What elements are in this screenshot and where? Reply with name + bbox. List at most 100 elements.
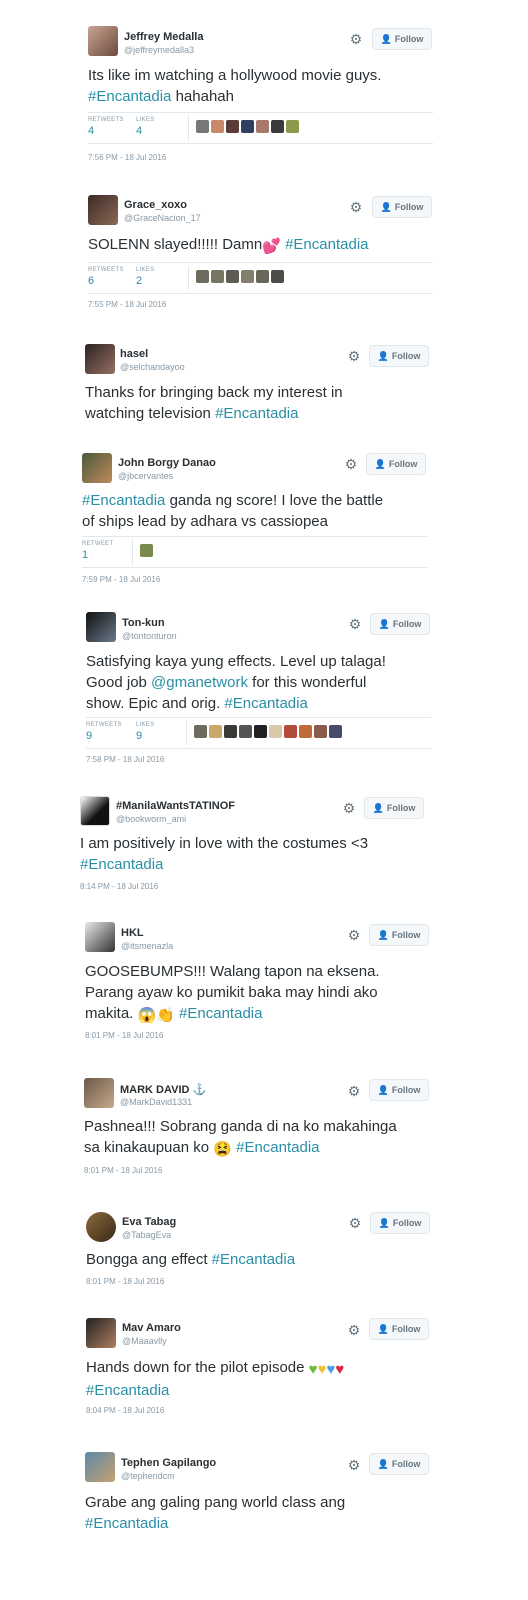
- gear-icon[interactable]: ⚙: [347, 1458, 361, 1472]
- follow-button[interactable]: 👤 Follow: [369, 924, 429, 946]
- follow-button[interactable]: 👤 Follow: [369, 1079, 429, 1101]
- gear-icon[interactable]: ⚙: [342, 801, 356, 815]
- liker-avatar[interactable]: [196, 120, 209, 133]
- gear-icon[interactable]: ⚙: [347, 928, 361, 942]
- retweets-stat[interactable]: RETWEETS 6: [88, 267, 124, 287]
- hashtag-link[interactable]: #Encantadia: [224, 695, 307, 712]
- avatar[interactable]: [86, 612, 116, 642]
- avatar[interactable]: [85, 344, 115, 374]
- hashtag-link[interactable]: #Encantadia: [175, 1005, 262, 1022]
- user-name[interactable]: John Borgy Danao: [118, 457, 216, 469]
- liker-avatar[interactable]: [241, 120, 254, 133]
- user-name[interactable]: HKL: [121, 927, 144, 939]
- timestamp[interactable]: 7:55 PM - 18 Jul 2016: [88, 300, 166, 309]
- timestamp[interactable]: 7:58 PM - 18 Jul 2016: [86, 755, 164, 764]
- liker-avatar[interactable]: [239, 725, 252, 738]
- avatar[interactable]: [80, 796, 110, 826]
- user-handle[interactable]: @selchandayoo: [120, 362, 185, 372]
- liker-avatar[interactable]: [194, 725, 207, 738]
- retweets-stat[interactable]: RETWEET 1: [82, 541, 113, 561]
- gear-icon[interactable]: ⚙: [349, 200, 363, 214]
- liker-avatar[interactable]: [271, 270, 284, 283]
- user-name[interactable]: Grace_xoxo: [124, 199, 187, 211]
- user-handle[interactable]: @itsmenazla: [121, 941, 173, 951]
- hashtag-link[interactable]: #Encantadia: [88, 88, 171, 105]
- liker-avatar[interactable]: [256, 270, 269, 283]
- user-name[interactable]: hasel: [120, 348, 148, 360]
- retweets-stat[interactable]: RETWEETS 9: [86, 722, 122, 742]
- liker-avatar[interactable]: [196, 270, 209, 283]
- liker-avatar[interactable]: [226, 270, 239, 283]
- hashtag-link[interactable]: #Encantadia: [80, 856, 163, 873]
- user-handle[interactable]: @TabagEva: [122, 1230, 171, 1240]
- liker-avatar[interactable]: [269, 725, 282, 738]
- follow-button[interactable]: 👤 Follow: [364, 797, 424, 819]
- user-handle[interactable]: @GraceNacion_17: [124, 213, 201, 223]
- liker-avatar[interactable]: [211, 270, 224, 283]
- hashtag-link[interactable]: #Encantadia: [215, 405, 298, 422]
- avatar[interactable]: [86, 1318, 116, 1348]
- hashtag-link[interactable]: #Encantadia: [82, 492, 165, 509]
- gear-icon[interactable]: ⚙: [349, 32, 363, 46]
- timestamp[interactable]: 8:01 PM - 18 Jul 2016: [86, 1277, 164, 1286]
- timestamp[interactable]: 7:59 PM - 18 Jul 2016: [82, 575, 160, 584]
- timestamp[interactable]: 8:04 PM - 18 Jul 2016: [86, 1406, 164, 1415]
- liker-avatar[interactable]: [209, 725, 222, 738]
- user-name[interactable]: MARK DAVID ⚓: [120, 1083, 206, 1096]
- avatar[interactable]: [88, 195, 118, 225]
- user-handle[interactable]: @tontonturon: [122, 631, 177, 641]
- liker-avatar[interactable]: [140, 544, 153, 557]
- liker-avatar[interactable]: [314, 725, 327, 738]
- gear-icon[interactable]: ⚙: [347, 1323, 361, 1337]
- liker-avatar[interactable]: [224, 725, 237, 738]
- liker-avatar[interactable]: [284, 725, 297, 738]
- user-name[interactable]: Jeffrey Medalla: [124, 31, 203, 43]
- user-handle[interactable]: @MarkDavid1331: [120, 1097, 192, 1107]
- user-handle[interactable]: @Maaavlly: [122, 1336, 167, 1346]
- avatar[interactable]: [88, 26, 118, 56]
- gear-icon[interactable]: ⚙: [344, 457, 358, 471]
- user-handle[interactable]: @jeffreymedalla3: [124, 45, 194, 55]
- liker-avatar[interactable]: [286, 120, 299, 133]
- gear-icon[interactable]: ⚙: [348, 1216, 362, 1230]
- avatar[interactable]: [86, 1212, 116, 1242]
- hashtag-link[interactable]: #Encantadia: [232, 1139, 319, 1156]
- follow-button[interactable]: 👤 Follow: [369, 1453, 429, 1475]
- avatar[interactable]: [85, 1452, 115, 1482]
- retweets-stat[interactable]: RETWEETS 4: [88, 117, 124, 137]
- likes-stat[interactable]: LIKES 9: [136, 722, 155, 742]
- gear-icon[interactable]: ⚙: [347, 1084, 361, 1098]
- follow-button[interactable]: 👤 Follow: [370, 613, 430, 635]
- user-handle[interactable]: @tephendcm: [121, 1471, 175, 1481]
- gear-icon[interactable]: ⚙: [348, 617, 362, 631]
- likes-stat[interactable]: LIKES 2: [136, 267, 155, 287]
- liker-avatar[interactable]: [226, 120, 239, 133]
- user-name[interactable]: Mav Amaro: [122, 1322, 181, 1334]
- user-handle[interactable]: @bookworm_ami: [116, 814, 186, 824]
- hashtag-link[interactable]: #Encantadia: [281, 236, 368, 253]
- follow-button[interactable]: 👤 Follow: [372, 28, 432, 50]
- follow-button[interactable]: 👤 Follow: [369, 1318, 429, 1340]
- timestamp[interactable]: 8:14 PM - 18 Jul 2016: [80, 882, 158, 891]
- liker-avatar[interactable]: [256, 120, 269, 133]
- hashtag-link[interactable]: #Encantadia: [86, 1382, 169, 1399]
- user-name[interactable]: #ManilaWantsTATINOF: [116, 800, 235, 812]
- timestamp[interactable]: 7:56 PM - 18 Jul 2016: [88, 153, 166, 162]
- gear-icon[interactable]: ⚙: [347, 349, 361, 363]
- liker-avatar[interactable]: [271, 120, 284, 133]
- likes-stat[interactable]: LIKES 4: [136, 117, 155, 137]
- follow-button[interactable]: 👤 Follow: [370, 1212, 430, 1234]
- user-handle[interactable]: @jbcervantes: [118, 471, 173, 481]
- hashtag-link[interactable]: #Encantadia: [85, 1515, 168, 1532]
- follow-button[interactable]: 👤 Follow: [366, 453, 426, 475]
- follow-button[interactable]: 👤 Follow: [369, 345, 429, 367]
- liker-avatar[interactable]: [241, 270, 254, 283]
- avatar[interactable]: [82, 453, 112, 483]
- liker-avatar[interactable]: [329, 725, 342, 738]
- timestamp[interactable]: 8:01 PM - 18 Jul 2016: [84, 1166, 162, 1175]
- hashtag-link[interactable]: #Encantadia: [212, 1251, 295, 1268]
- mention-link[interactable]: @gmanetwork: [151, 674, 248, 691]
- timestamp[interactable]: 8:01 PM - 18 Jul 2016: [85, 1031, 163, 1040]
- avatar[interactable]: [84, 1078, 114, 1108]
- user-name[interactable]: Ton-kun: [122, 617, 165, 629]
